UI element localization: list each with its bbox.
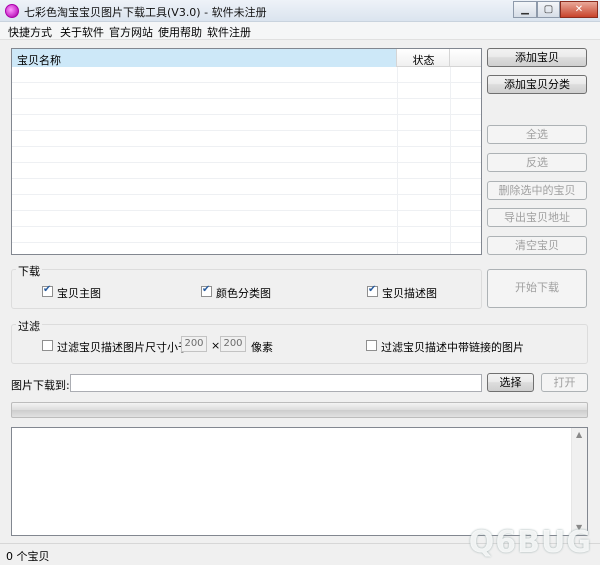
desc-image-checkbox[interactable]: [367, 284, 378, 297]
open-folder-button[interactable]: 打开: [541, 373, 588, 392]
column-status[interactable]: 状态: [398, 49, 450, 67]
column-divider: [450, 67, 451, 254]
min-width-input[interactable]: 200: [181, 336, 207, 352]
browse-button[interactable]: 选择: [487, 373, 534, 392]
download-progress-bar: [11, 402, 588, 418]
menu-shortcut[interactable]: 快捷方式: [8, 24, 52, 40]
menu-help[interactable]: 使用帮助: [158, 24, 202, 40]
list-header: 宝贝名称 状态: [12, 49, 481, 67]
times-sign: ×: [211, 339, 221, 352]
link-filter-checkbox[interactable]: [366, 340, 377, 351]
min-height-input[interactable]: 200: [220, 336, 246, 352]
download-group-label: 下载: [16, 263, 42, 279]
add-category-button[interactable]: 添加宝贝分类: [487, 75, 587, 94]
color-image-label: 颜色分类图: [216, 287, 271, 300]
minimize-icon[interactable]: ▁: [513, 1, 537, 18]
list-row: [12, 131, 481, 147]
list-row: [12, 227, 481, 243]
list-row: [12, 83, 481, 99]
link-filter-label: 过滤宝贝描述中带链接的图片: [381, 341, 524, 354]
clear-items-button[interactable]: 清空宝贝: [487, 236, 587, 255]
color-image-checkbox[interactable]: [201, 284, 212, 297]
list-row: [12, 115, 481, 131]
size-filter-checkbox[interactable]: [42, 340, 53, 351]
menu-register[interactable]: 软件注册: [207, 24, 251, 40]
save-path-label: 图片下载到:: [11, 379, 70, 392]
column-divider: [397, 67, 398, 254]
app-icon: [5, 4, 19, 18]
column-item-name[interactable]: 宝贝名称: [12, 49, 397, 67]
maximize-icon[interactable]: ▢: [537, 1, 560, 18]
start-download-button[interactable]: 开始下载: [487, 269, 587, 308]
list-row: [12, 211, 481, 227]
title-bar: 七彩色淘宝宝贝图片下载工具(V3.0) - 软件未注册 ▁ ▢ ✕: [0, 0, 600, 22]
filter-group-label: 过滤: [16, 318, 42, 334]
log-scrollbar[interactable]: ▲ ▼: [571, 428, 587, 535]
item-list[interactable]: 宝贝名称 状态: [11, 48, 482, 255]
close-icon[interactable]: ✕: [560, 1, 598, 18]
pixel-unit-label: 像素: [251, 341, 273, 354]
list-row: [12, 163, 481, 179]
invert-selection-button[interactable]: 反选: [487, 153, 587, 172]
select-all-button[interactable]: 全选: [487, 125, 587, 144]
main-image-label: 宝贝主图: [57, 287, 101, 300]
export-urls-button[interactable]: 导出宝贝地址: [487, 208, 587, 227]
delete-selected-button[interactable]: 删除选中的宝贝: [487, 181, 587, 200]
list-row: [12, 147, 481, 163]
list-row: [12, 195, 481, 211]
log-textarea[interactable]: ▲ ▼: [11, 427, 588, 536]
list-row: [12, 179, 481, 195]
scroll-up-icon[interactable]: ▲: [576, 430, 582, 439]
item-count-status: 0 个宝贝: [6, 550, 50, 563]
list-row: [12, 99, 481, 115]
save-path-input[interactable]: [70, 374, 482, 392]
main-image-checkbox[interactable]: [42, 284, 53, 297]
watermark-logo: Q6BUG: [468, 525, 592, 560]
desc-image-label: 宝贝描述图: [382, 287, 437, 300]
size-filter-label: 过滤宝贝描述图片尺寸小于:: [57, 341, 193, 354]
menu-bar: 快捷方式 关于软件 官方网站 使用帮助 软件注册: [0, 22, 600, 40]
menu-website[interactable]: 官方网站: [109, 24, 153, 40]
add-item-button[interactable]: 添加宝贝: [487, 48, 587, 67]
list-row: [12, 67, 481, 83]
menu-about[interactable]: 关于软件: [60, 24, 104, 40]
window-title: 七彩色淘宝宝贝图片下载工具(V3.0) - 软件未注册: [24, 6, 267, 19]
